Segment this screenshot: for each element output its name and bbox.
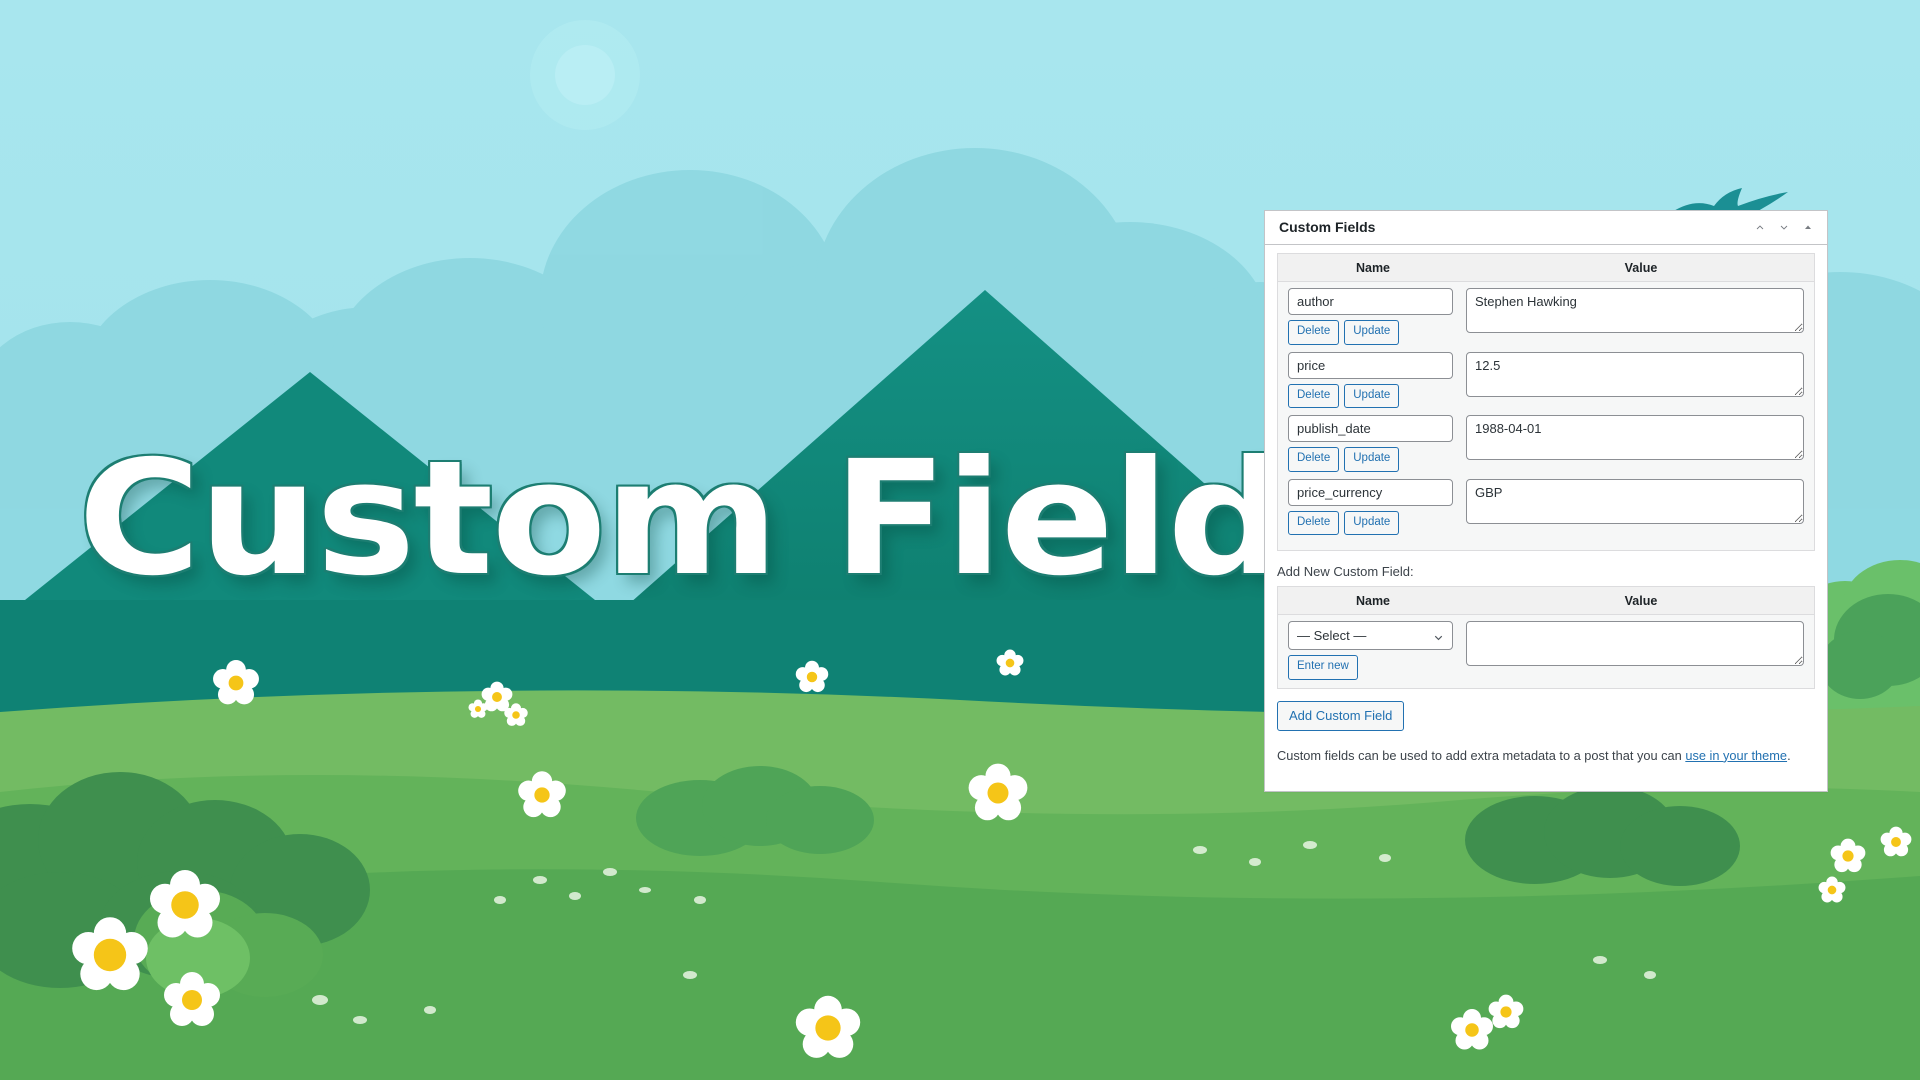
screen: Custom Fields Custom Fields Name Value a… bbox=[0, 0, 1920, 1080]
add-new-custom-field-table: Name Value — Select — Enter new bbox=[1277, 586, 1815, 689]
table-rows: DeleteUpdateDeleteUpdateDeleteUpdateDele… bbox=[1278, 282, 1814, 550]
panel-title: Custom Fields bbox=[1279, 218, 1376, 235]
add-custom-field-button[interactable]: Add Custom Field bbox=[1277, 700, 1405, 731]
table-row: DeleteUpdate bbox=[1288, 288, 1804, 352]
column-header-value: Value bbox=[1624, 260, 1658, 275]
add-new-column-header-name: Name bbox=[1355, 593, 1391, 608]
custom-fields-table: Name Value DeleteUpdateDeleteUpdateDelet… bbox=[1277, 253, 1815, 551]
custom-fields-panel: Custom Fields Name Value De bbox=[1264, 210, 1828, 793]
field-value-textarea[interactable] bbox=[1466, 351, 1804, 397]
row-actions: Delete Update bbox=[1288, 383, 1453, 408]
add-new-value-cell bbox=[1466, 621, 1804, 669]
enter-new-button[interactable]: Enter new bbox=[1288, 655, 1358, 680]
move-down-icon[interactable] bbox=[1773, 217, 1795, 239]
field-name-cell: DeleteUpdate bbox=[1288, 478, 1453, 535]
field-value-cell bbox=[1466, 415, 1804, 463]
update-button[interactable]: Update bbox=[1344, 320, 1400, 345]
panel-header-actions bbox=[1749, 217, 1819, 239]
field-name-cell: DeleteUpdate bbox=[1288, 288, 1453, 345]
update-button[interactable]: Update bbox=[1344, 383, 1400, 408]
metakey-select[interactable]: — Select — bbox=[1288, 621, 1453, 650]
field-name-input[interactable] bbox=[1288, 351, 1453, 379]
row-actions: Delete Update bbox=[1288, 320, 1453, 345]
add-new-column-header-value: Value bbox=[1624, 593, 1658, 608]
add-new-custom-field-label: Add New Custom Field: bbox=[1277, 564, 1414, 579]
table-row: DeleteUpdate bbox=[1288, 478, 1804, 543]
add-new-header-row: Name Value bbox=[1278, 587, 1814, 615]
help-text-before: Custom fields can be used to add extra m… bbox=[1277, 747, 1686, 763]
row-actions: Delete Update bbox=[1288, 510, 1453, 535]
delete-button[interactable]: Delete bbox=[1288, 447, 1340, 472]
toggle-panel-icon[interactable] bbox=[1797, 217, 1819, 239]
field-name-cell: DeleteUpdate bbox=[1288, 351, 1453, 408]
field-value-textarea[interactable] bbox=[1466, 478, 1804, 524]
table-row: DeleteUpdate bbox=[1288, 415, 1804, 479]
field-name-input[interactable] bbox=[1288, 288, 1453, 315]
panel-header: Custom Fields bbox=[1265, 211, 1827, 245]
use-in-your-theme-link[interactable]: use in your theme bbox=[1685, 748, 1787, 763]
delete-button[interactable]: Delete bbox=[1288, 510, 1340, 535]
add-new-name-cell: — Select — Enter new bbox=[1288, 621, 1453, 680]
delete-button[interactable]: Delete bbox=[1288, 383, 1340, 408]
field-name-input[interactable] bbox=[1288, 478, 1453, 506]
enter-new-actions: Enter new bbox=[1288, 655, 1453, 680]
metakey-select-wrap: — Select — bbox=[1288, 621, 1453, 650]
field-value-textarea[interactable] bbox=[1466, 288, 1804, 333]
help-text-after: . bbox=[1787, 747, 1791, 763]
delete-button[interactable]: Delete bbox=[1288, 320, 1340, 345]
field-value-cell bbox=[1466, 351, 1804, 400]
field-name-input[interactable] bbox=[1288, 415, 1453, 442]
add-new-row: — Select — Enter new bbox=[1288, 621, 1804, 680]
table-row: DeleteUpdate bbox=[1288, 351, 1804, 416]
panel-body: Name Value DeleteUpdateDeleteUpdateDelet… bbox=[1265, 245, 1827, 791]
column-header-name: Name bbox=[1355, 260, 1391, 275]
page-title: Custom Fields bbox=[78, 427, 1385, 611]
table-header-row: Name Value bbox=[1278, 254, 1814, 282]
field-name-cell: DeleteUpdate bbox=[1288, 415, 1453, 472]
update-button[interactable]: Update bbox=[1344, 510, 1400, 535]
add-new-row-area: — Select — Enter new bbox=[1278, 615, 1814, 688]
update-button[interactable]: Update bbox=[1344, 447, 1400, 472]
new-field-value-textarea[interactable] bbox=[1466, 621, 1804, 666]
field-value-cell bbox=[1466, 288, 1804, 336]
add-custom-field-wrap: Add Custom Field bbox=[1277, 700, 1815, 731]
custom-fields-help-text: Custom fields can be used to add extra m… bbox=[1277, 746, 1815, 765]
field-value-cell bbox=[1466, 478, 1804, 527]
move-up-icon[interactable] bbox=[1749, 217, 1771, 239]
field-value-textarea[interactable] bbox=[1466, 415, 1804, 460]
row-actions: Delete Update bbox=[1288, 447, 1453, 472]
